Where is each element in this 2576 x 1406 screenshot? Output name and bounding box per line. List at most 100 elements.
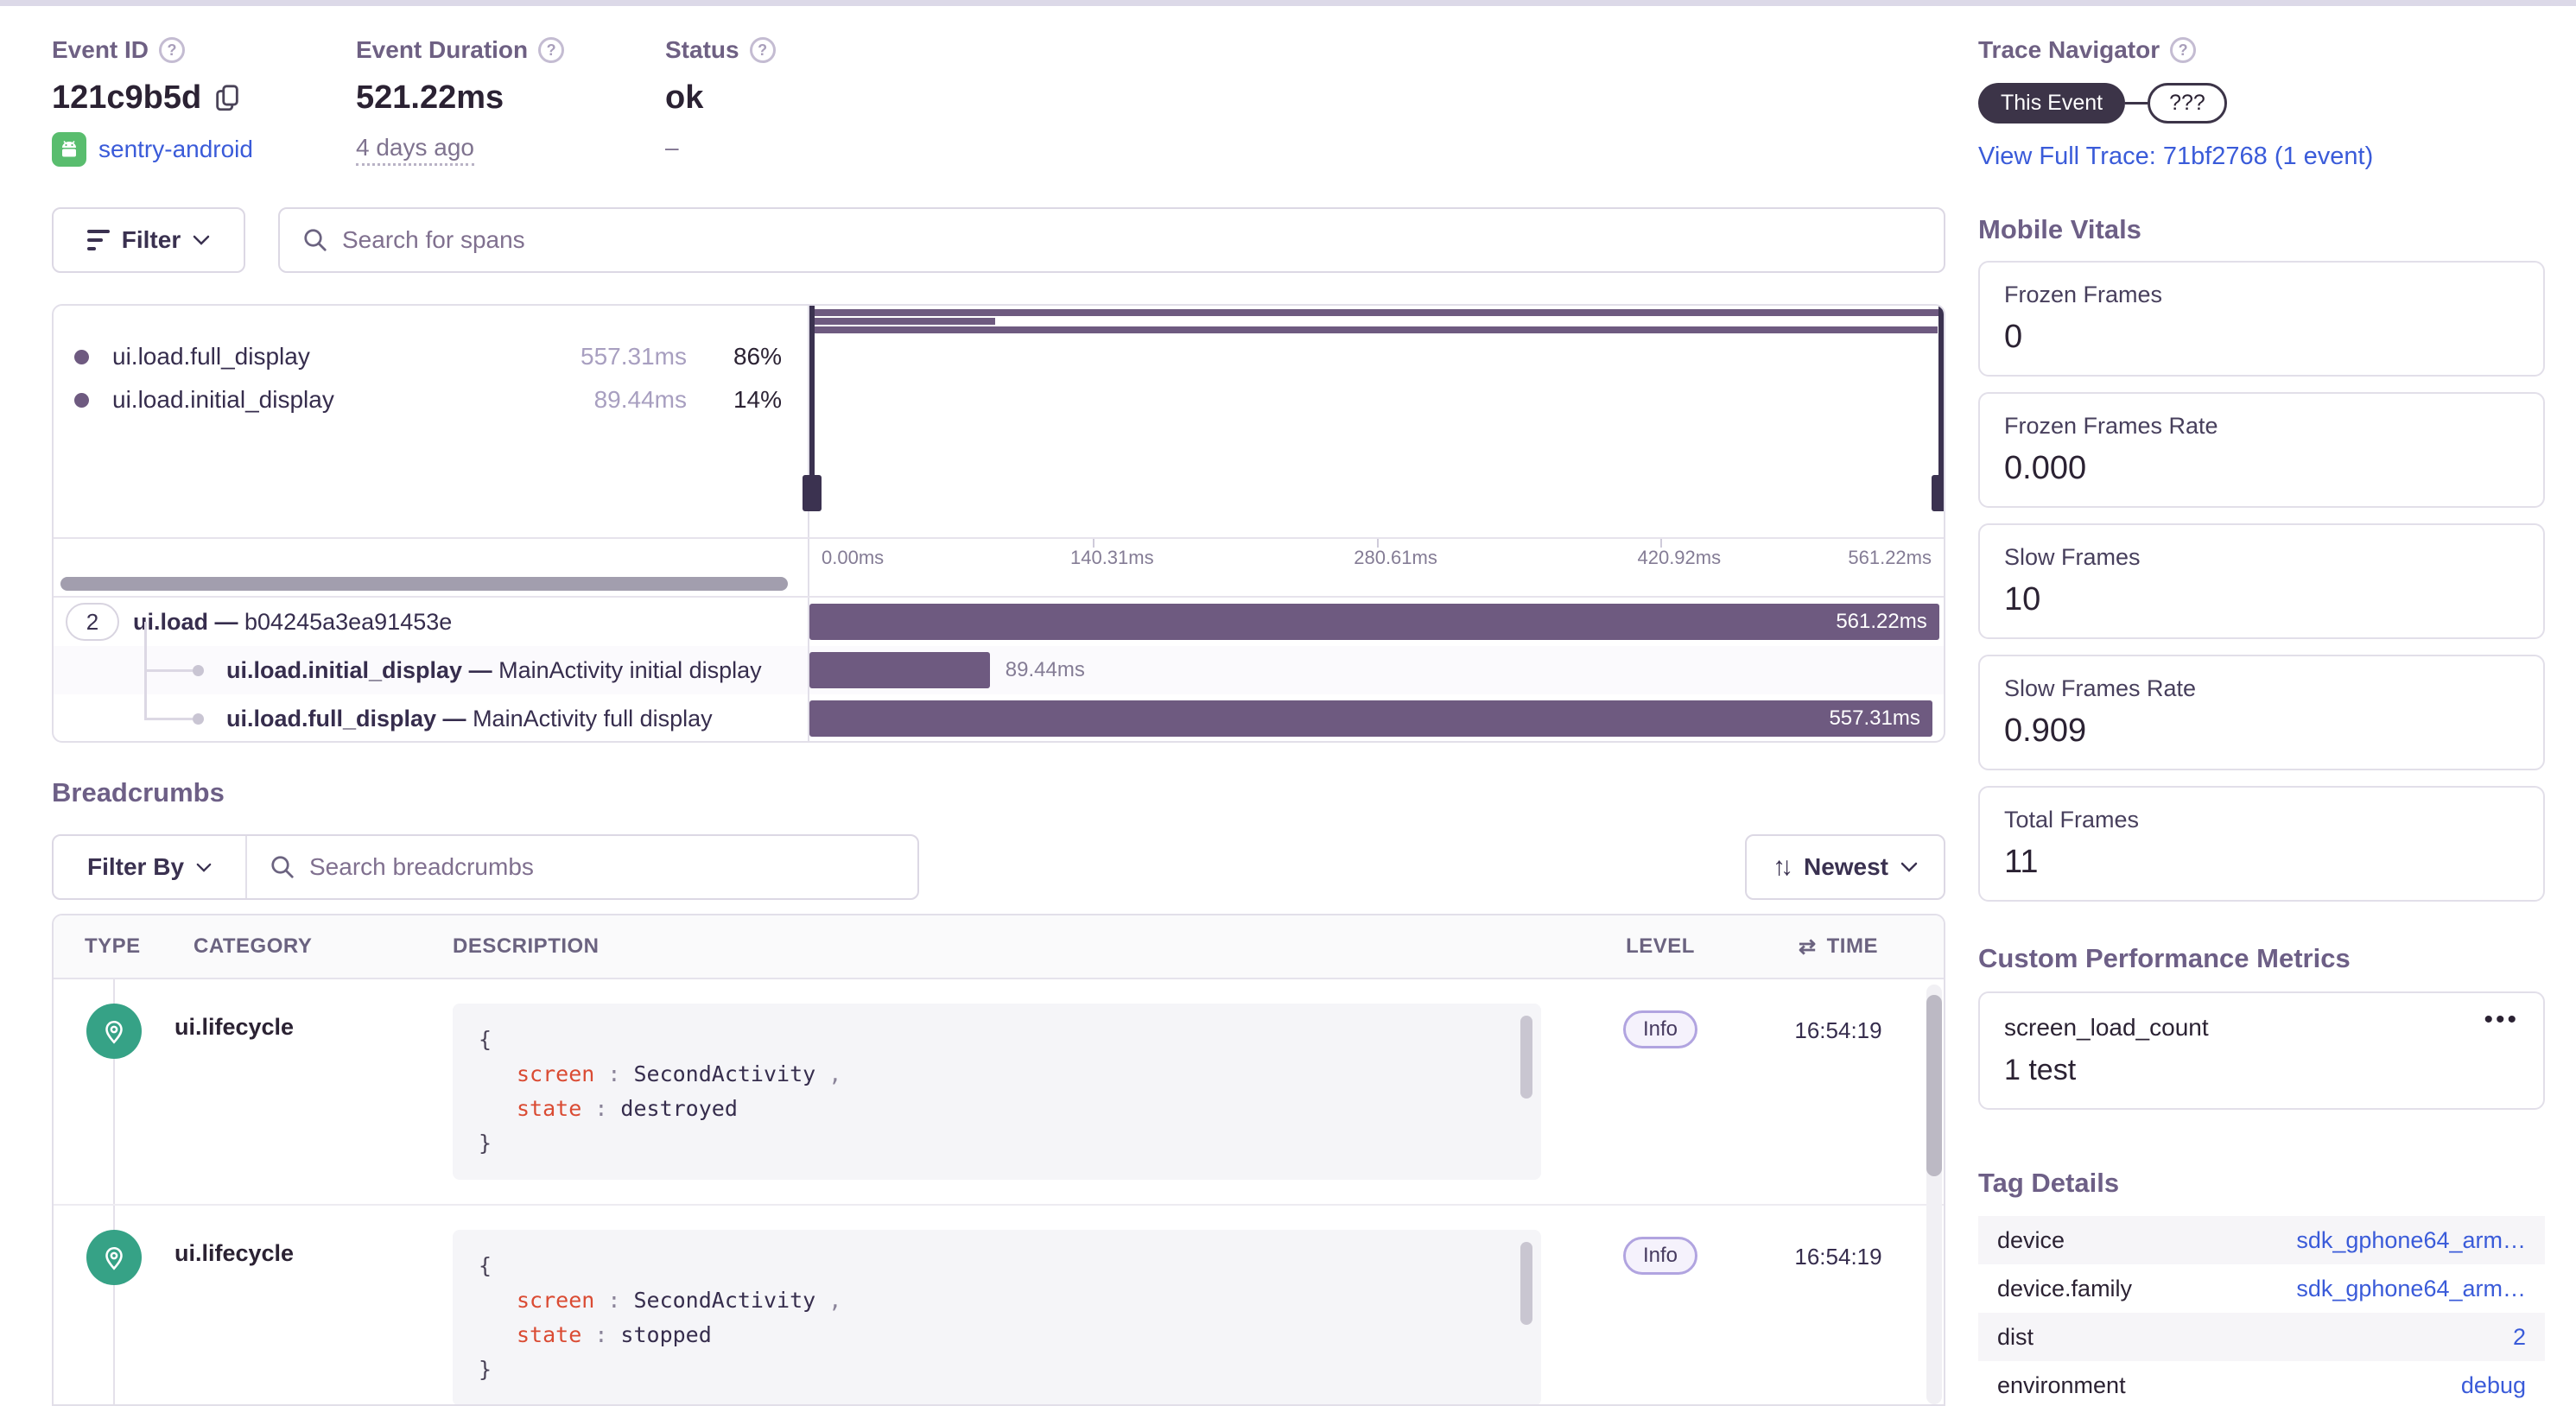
event-id-label: Event ID bbox=[52, 36, 149, 64]
vital-value: 10 bbox=[2004, 581, 2519, 618]
breadcrumb-row[interactable]: ui.lifecycle { screen : SecondActivity ,… bbox=[54, 1206, 1944, 1406]
legend-dot-icon bbox=[74, 350, 89, 364]
legend-duration: 557.31ms bbox=[540, 343, 687, 370]
next-event-pill[interactable]: ??? bbox=[2148, 83, 2227, 124]
minimap-right-handle[interactable] bbox=[1938, 304, 1944, 488]
breadcrumbs-search-input[interactable] bbox=[309, 853, 895, 881]
copy-icon[interactable] bbox=[213, 84, 241, 113]
breadcrumbs-filter-by-button[interactable]: Filter By bbox=[54, 836, 247, 898]
breadcrumb-category: ui.lifecycle bbox=[174, 979, 451, 1204]
mobile-vitals-section: Mobile Vitals Frozen Frames 0 Frozen Fra… bbox=[1978, 214, 2545, 902]
filter-by-label: Filter By bbox=[87, 853, 184, 881]
this-event-pill[interactable]: This Event bbox=[1978, 83, 2125, 124]
minimap-right-grip[interactable] bbox=[1932, 475, 1945, 511]
span-children-badge[interactable]: 2 bbox=[66, 603, 119, 641]
help-icon[interactable]: ? bbox=[2170, 37, 2196, 63]
tag-details-section: Tag Details device sdk_gphone64_arm… dev… bbox=[1978, 1168, 2545, 1406]
vital-card: Slow Frames Rate 0.909 bbox=[1978, 655, 2545, 770]
minimap-left-handle[interactable] bbox=[809, 304, 815, 488]
top-accent-strip bbox=[0, 0, 2576, 6]
span-description: b04245a3ea91453e bbox=[244, 609, 452, 635]
tag-row: device.family sdk_gphone64_arm… bbox=[1978, 1264, 2545, 1313]
level-badge: Info bbox=[1623, 1010, 1697, 1048]
status-group: Status ? ok – bbox=[665, 36, 776, 162]
event-id-value: 121c9b5d bbox=[52, 79, 201, 117]
metric-name: screen_load_count bbox=[2004, 1014, 2209, 1042]
custom-metrics-section: Custom Performance Metrics screen_load_c… bbox=[1978, 943, 2545, 1110]
time-axis: 0.00ms 140.31ms 280.61ms 420.92ms 561.22… bbox=[54, 537, 1944, 572]
column-header-description: DESCRIPTION bbox=[451, 934, 1565, 959]
sort-button-label: Newest bbox=[1804, 853, 1888, 881]
tag-row: dist 2 bbox=[1978, 1313, 2545, 1361]
vital-value: 0.909 bbox=[2004, 712, 2519, 750]
axis-tick: 280.61ms bbox=[1354, 547, 1437, 569]
tag-value-link[interactable]: sdk_gphone64_arm… bbox=[2296, 1276, 2526, 1302]
search-icon bbox=[270, 854, 295, 880]
help-icon[interactable]: ? bbox=[538, 37, 564, 63]
breadcrumb-description-code[interactable]: { screen : SecondActivity , state : stop… bbox=[453, 1230, 1541, 1406]
code-scrollbar[interactable] bbox=[1520, 1242, 1532, 1325]
tag-value-link[interactable]: 2 bbox=[2513, 1324, 2526, 1351]
breadcrumb-time: 16:54:19 bbox=[1755, 979, 1921, 1204]
tag-value-link[interactable]: sdk_gphone64_arm… bbox=[2296, 1227, 2526, 1254]
vital-label: Slow Frames bbox=[2004, 544, 2519, 571]
span-tree-row[interactable]: ui.load.full_display — MainActivity full… bbox=[54, 694, 1944, 743]
project-link[interactable]: sentry-android bbox=[98, 136, 253, 163]
spans-filter-button[interactable]: Filter bbox=[52, 207, 245, 273]
pill-connector bbox=[2125, 102, 2148, 104]
span-search bbox=[278, 207, 1945, 273]
mobile-vitals-title: Mobile Vitals bbox=[1978, 214, 2545, 245]
tag-key: device.family bbox=[1997, 1276, 2132, 1302]
tag-row: environment debug bbox=[1978, 1361, 2545, 1406]
span-duration-bar[interactable]: 557.31ms bbox=[809, 700, 1932, 737]
sort-arrows-icon: ↑↓ bbox=[1773, 852, 1788, 882]
axis-tick: 0.00ms bbox=[822, 547, 884, 569]
tag-key: dist bbox=[1997, 1324, 2034, 1351]
tag-table: device sdk_gphone64_arm… device.family s… bbox=[1978, 1216, 2545, 1406]
trace-minimap[interactable] bbox=[809, 306, 1944, 537]
breadcrumb-row[interactable]: ui.lifecycle { screen : SecondActivity ,… bbox=[54, 979, 1944, 1206]
metric-menu-button[interactable]: ••• bbox=[2484, 1014, 2519, 1026]
metric-value: 1 test bbox=[2004, 1054, 2519, 1087]
span-tree-row[interactable]: 2 ui.load — b04245a3ea91453e 561.22ms bbox=[54, 598, 1944, 646]
span-tree-row[interactable]: ui.load.initial_display — MainActivity i… bbox=[54, 646, 1944, 694]
legend-duration: 89.44ms bbox=[540, 386, 687, 414]
span-description: MainActivity initial display bbox=[498, 657, 762, 683]
span-duration-bar[interactable] bbox=[809, 652, 990, 688]
tag-value-link[interactable]: debug bbox=[2461, 1372, 2526, 1399]
custom-metrics-title: Custom Performance Metrics bbox=[1978, 943, 2545, 974]
breadcrumbs-table-header: TYPE CATEGORY DESCRIPTION LEVEL ⇄TIME bbox=[54, 915, 1944, 979]
location-pin-icon bbox=[86, 1004, 142, 1059]
span-duration-bar[interactable]: 561.22ms bbox=[809, 604, 1939, 640]
span-search-input[interactable] bbox=[342, 226, 1921, 254]
minimap-left-grip[interactable] bbox=[803, 475, 822, 511]
legend-op: ui.load.full_display bbox=[112, 343, 540, 370]
spans-panel: ui.load.full_display 557.31ms 86% ui.loa… bbox=[52, 304, 1945, 743]
axis-tick: 140.31ms bbox=[1070, 547, 1154, 569]
breadcrumbs-sort-button[interactable]: ↑↓ Newest bbox=[1745, 834, 1945, 900]
breadcrumb-description-code[interactable]: { screen : SecondActivity , state : dest… bbox=[453, 1004, 1541, 1180]
code-scrollbar[interactable] bbox=[1520, 1016, 1532, 1099]
event-duration-label: Event Duration bbox=[356, 36, 528, 64]
help-icon[interactable]: ? bbox=[159, 37, 185, 63]
horizontal-scrollbar[interactable] bbox=[60, 577, 788, 591]
table-scrollbar-thumb[interactable] bbox=[1926, 995, 1942, 1176]
legend-row[interactable]: ui.load.full_display 557.31ms 86% bbox=[74, 335, 782, 378]
view-full-trace-link[interactable]: View Full Trace: 71bf2768 (1 event) bbox=[1978, 142, 2373, 171]
filter-button-label: Filter bbox=[122, 226, 181, 254]
search-icon bbox=[302, 227, 328, 253]
minimap-span-bar bbox=[815, 309, 1943, 316]
column-header-time[interactable]: ⇄TIME bbox=[1755, 934, 1921, 960]
event-detail-page: Event ID ? 121c9b5d sentry-android Event… bbox=[0, 0, 2576, 1406]
breadcrumbs-filter-bar: Filter By bbox=[52, 834, 919, 900]
legend-row[interactable]: ui.load.initial_display 89.44ms 14% bbox=[74, 378, 782, 421]
event-age[interactable]: 4 days ago bbox=[356, 134, 474, 166]
help-icon[interactable]: ? bbox=[750, 37, 776, 63]
chevron-down-icon bbox=[193, 235, 210, 245]
vital-card: Total Frames 11 bbox=[1978, 786, 2545, 902]
location-pin-icon bbox=[86, 1230, 142, 1285]
level-badge: Info bbox=[1623, 1237, 1697, 1275]
span-op: ui.load.initial_display bbox=[226, 657, 462, 683]
trace-navigator: Trace Navigator ? This Event ??? View Fu… bbox=[1978, 36, 2373, 171]
legend-op: ui.load.initial_display bbox=[112, 386, 540, 414]
